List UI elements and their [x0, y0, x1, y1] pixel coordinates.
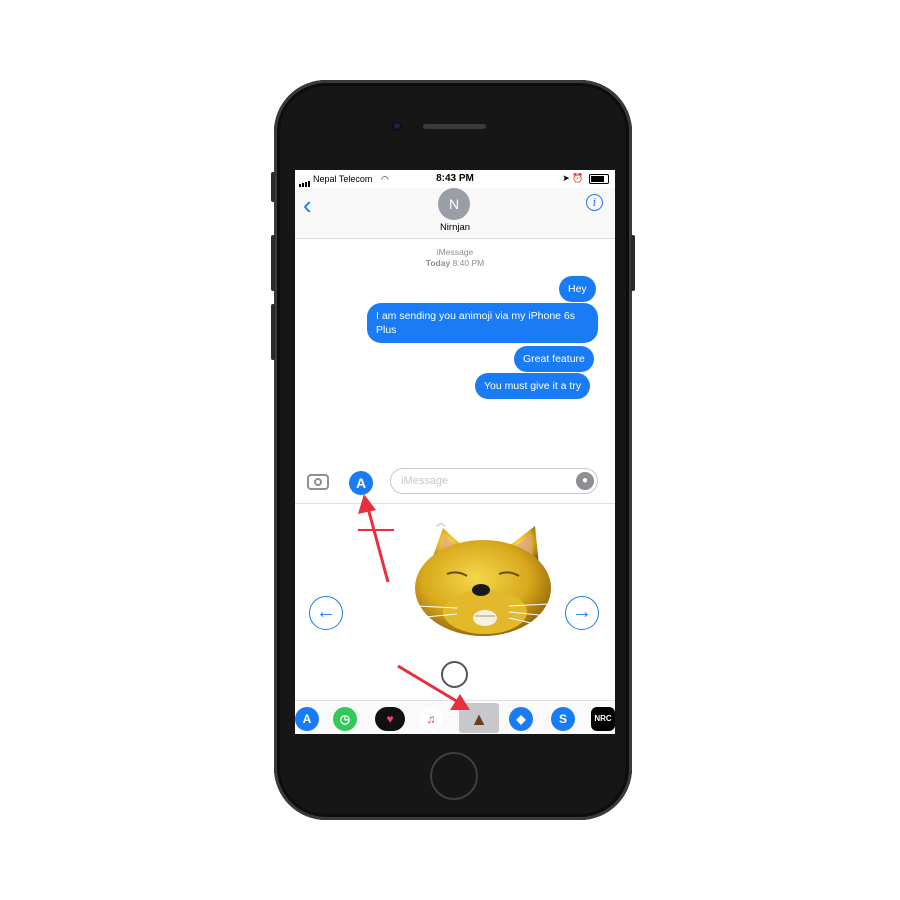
- annotation-overlay: [358, 494, 470, 710]
- annotation-arrow: [397, 664, 470, 710]
- annotation-arrow: [358, 494, 394, 583]
